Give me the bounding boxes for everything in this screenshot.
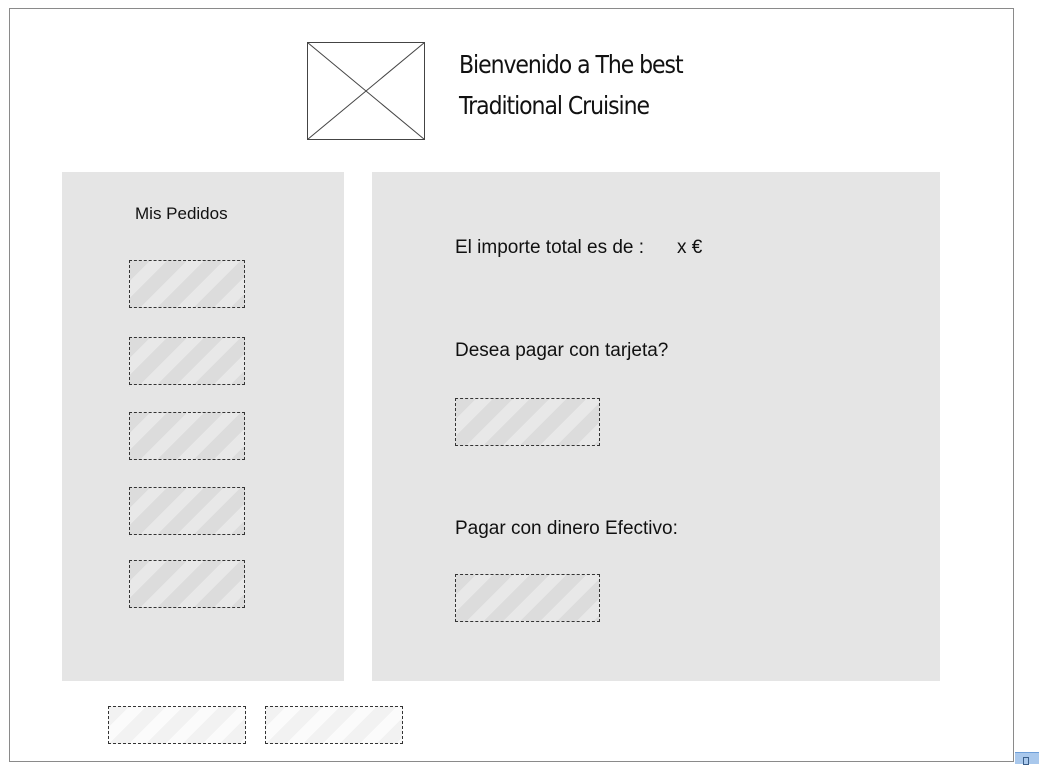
page-title: Bienvenido a The best Traditional Cruisi… — [459, 44, 741, 126]
bottom-button-2[interactable] — [265, 706, 403, 744]
page-title-line-2: Traditional Cruisine — [459, 91, 650, 120]
order-item-button-5[interactable] — [129, 560, 245, 608]
card-payment-button[interactable] — [455, 398, 600, 446]
total-amount-value: x € — [677, 237, 703, 258]
order-item-button-4[interactable] — [129, 487, 245, 535]
orders-title: Mis Pedidos — [135, 204, 228, 223]
order-item-button-1[interactable] — [129, 260, 245, 308]
card-payment-question: Desea pagar con tarjeta? — [455, 340, 669, 361]
cash-payment-button[interactable] — [455, 574, 600, 622]
page-title-line-1: Bienvenido a The best — [459, 50, 684, 79]
resize-handle[interactable] — [1015, 752, 1039, 765]
cash-payment-label: Pagar con dinero Efectivo: — [455, 518, 678, 539]
order-item-button-3[interactable] — [129, 412, 245, 460]
order-item-button-2[interactable] — [129, 337, 245, 385]
bottom-button-1[interactable] — [108, 706, 246, 744]
total-amount-label: El importe total es de : — [455, 237, 645, 258]
image-placeholder-icon — [307, 42, 425, 140]
